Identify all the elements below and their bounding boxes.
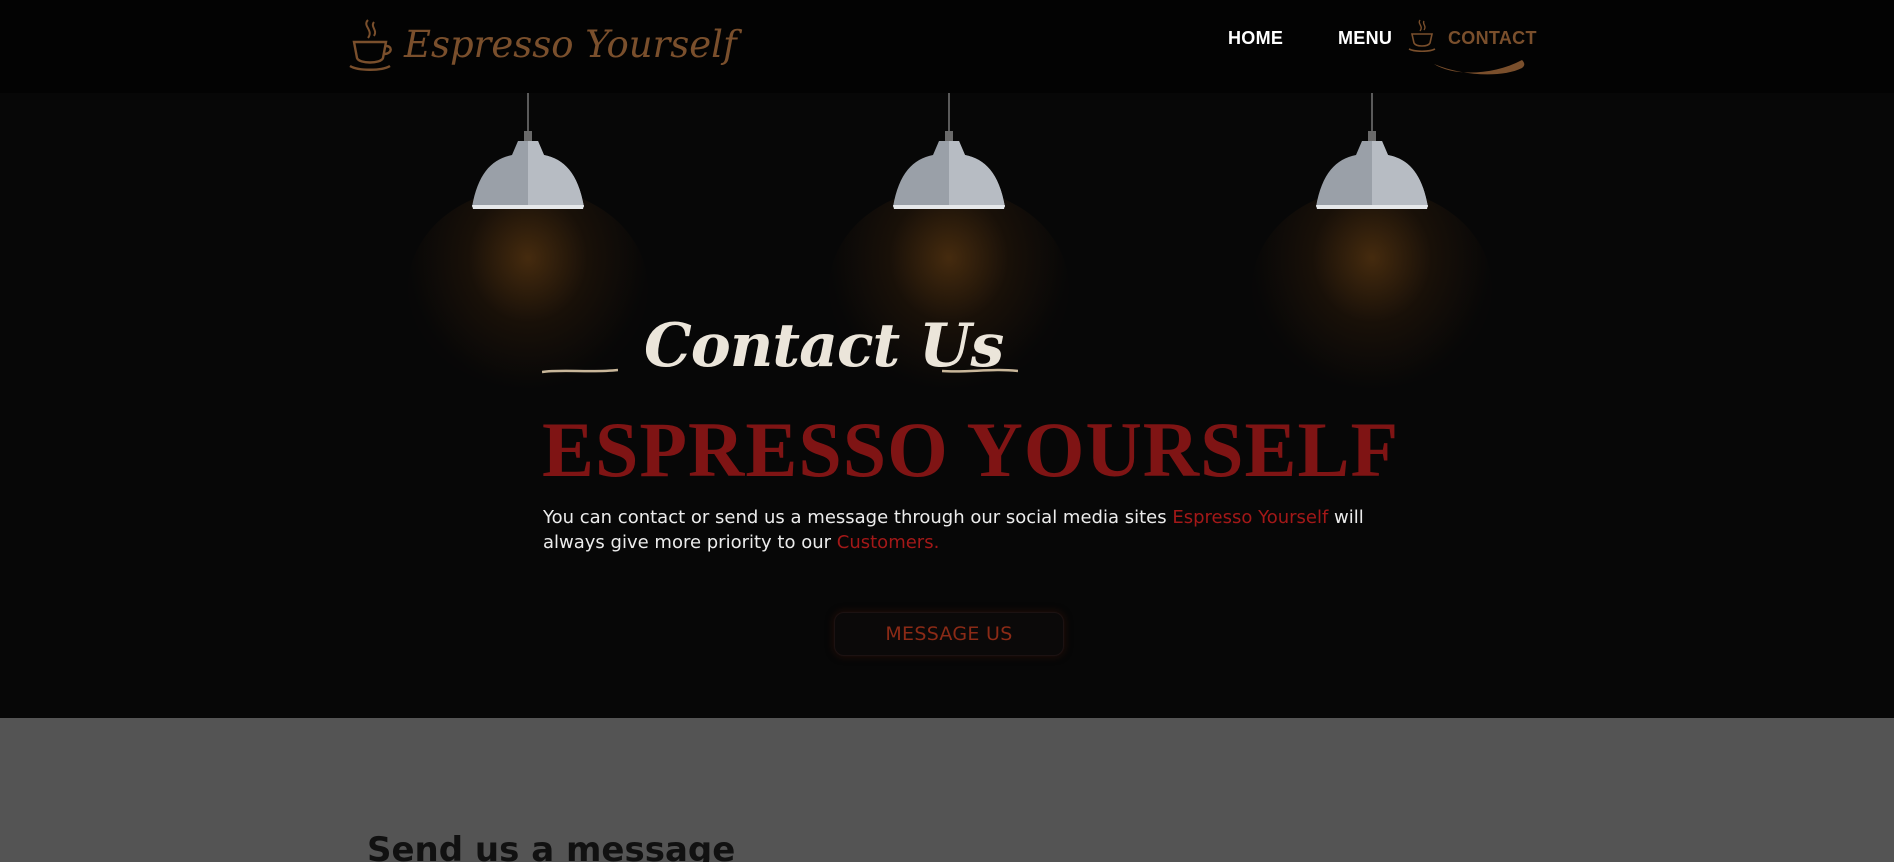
decorative-line <box>542 368 618 374</box>
brand-highlight: Espresso Yourself <box>1172 507 1329 528</box>
message-us-button[interactable]: MESSAGE US <box>834 612 1064 656</box>
customers-highlight: Customers. <box>836 532 940 553</box>
coffee-cup-icon <box>1408 19 1436 52</box>
decorative-line <box>942 368 1018 373</box>
active-underline-swoosh <box>1434 60 1525 75</box>
coffee-cup-icon <box>349 19 392 71</box>
nav-home[interactable]: HOME <box>1228 28 1283 49</box>
brand-logo[interactable]: Espresso Yourself <box>348 14 737 74</box>
brand-name: Espresso Yourself <box>404 22 737 66</box>
hero-section: Contact Us ESPRESSO YOURSELF You can con… <box>0 93 1894 718</box>
form-heading: Send us a message <box>367 830 736 862</box>
nav-menu[interactable]: MENU <box>1338 28 1392 49</box>
navbar: Espresso Yourself HOME MENU CONTACT <box>0 0 1894 93</box>
message-form-section: Send us a message <box>0 718 1894 862</box>
nav-contact[interactable]: CONTACT <box>1448 28 1537 49</box>
contact-title-block: Contact Us <box>540 309 1020 399</box>
hero-description: You can contact or send us a message thr… <box>543 507 1364 553</box>
hero-heading: ESPRESSO YOURSELF <box>542 406 1400 493</box>
